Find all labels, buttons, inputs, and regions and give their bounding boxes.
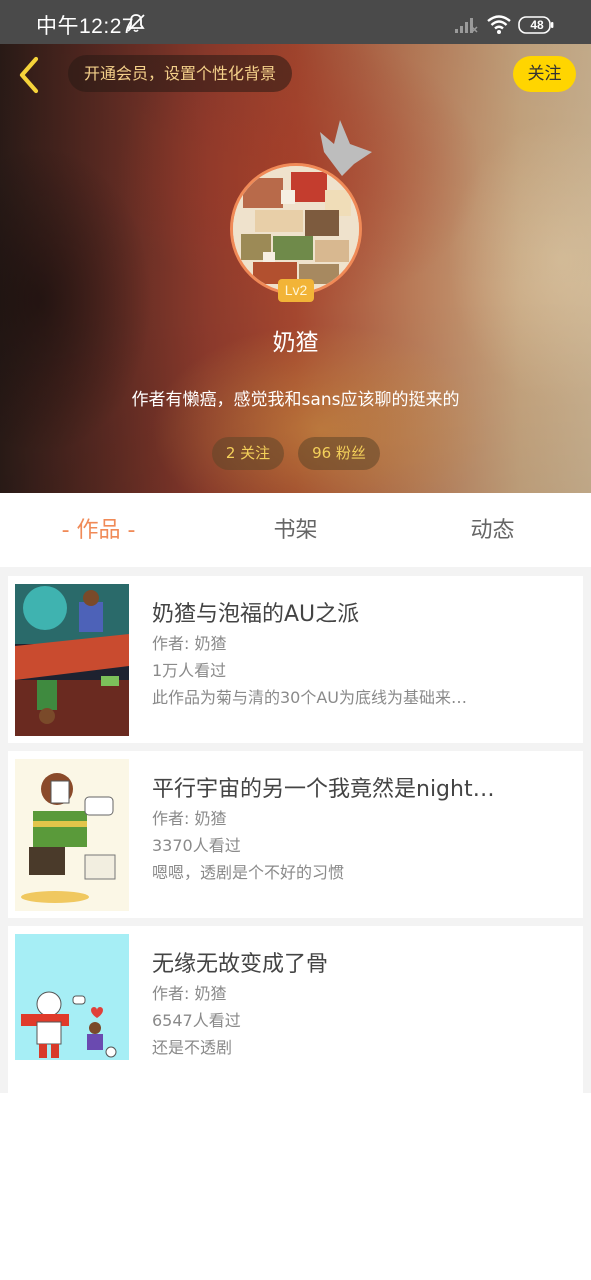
level-badge: Lv2	[278, 279, 314, 302]
avatar-image	[230, 163, 362, 295]
status-time: 中午12:27	[36, 15, 135, 38]
tab-activity[interactable]: 动态	[394, 493, 591, 567]
vip-background-banner[interactable]: 开通会员，设置个性化背景	[68, 55, 293, 92]
wifi-icon	[487, 15, 511, 34]
work-cover-image	[15, 759, 129, 911]
crown-icon	[320, 120, 372, 176]
work-description: 嗯嗯，透剧是个不好的习惯	[152, 863, 345, 882]
work-description: 此作品为菊与清的30个AU为底线为基础来…	[152, 688, 468, 707]
work-title: 平行宇宙的另一个我竟然是night…	[152, 777, 495, 802]
work-author: 作者: 奶猹	[152, 984, 227, 1003]
fans-count[interactable]: 96 粉丝	[298, 437, 380, 470]
work-cover-image	[15, 584, 129, 736]
work-views: 3370人看过	[152, 836, 241, 855]
work-card[interactable]: 无缘无故变成了骨 作者: 奶猹 6547人看过 还是不透剧	[8, 926, 583, 1093]
username: 奶猹	[272, 330, 319, 356]
signal-icon	[455, 18, 478, 33]
battery-level: 48	[530, 18, 544, 32]
bell-muted-icon	[127, 14, 145, 33]
work-cover-image	[15, 934, 129, 1086]
work-description: 还是不透剧	[152, 1038, 233, 1057]
back-button[interactable]	[12, 54, 48, 96]
profile-screen: 中午12:27 48 开通会员，设置个性化背景 关注 Lv2 奶猹 作者有懒癌，…	[0, 0, 591, 1280]
work-title: 无缘无故变成了骨	[152, 952, 329, 977]
avatar[interactable]	[230, 163, 362, 295]
work-title: 奶猹与泡福的AU之派	[152, 602, 360, 627]
work-author: 作者: 奶猹	[152, 809, 227, 828]
status-bar: 中午12:27 48	[0, 0, 591, 44]
tab-works[interactable]: - 作品 -	[0, 493, 197, 567]
profile-tabs: - 作品 - 书架 动态	[0, 493, 591, 567]
following-count[interactable]: 2 关注	[212, 437, 284, 470]
work-author: 作者: 奶猹	[152, 634, 227, 653]
work-card[interactable]: 平行宇宙的另一个我竟然是night… 作者: 奶猹 3370人看过 嗯嗯，透剧是…	[8, 751, 583, 918]
work-views: 1万人看过	[152, 661, 227, 680]
follow-button[interactable]: 关注	[513, 56, 576, 92]
user-bio: 作者有懒癌，感觉我和sans应该聊的挺来的	[131, 390, 460, 410]
work-views: 6547人看过	[152, 1011, 241, 1030]
tab-bookshelf[interactable]: 书架	[197, 493, 394, 567]
work-card[interactable]: 奶猹与泡福的AU之派 作者: 奶猹 1万人看过 此作品为菊与清的30个AU为底线…	[8, 576, 583, 743]
